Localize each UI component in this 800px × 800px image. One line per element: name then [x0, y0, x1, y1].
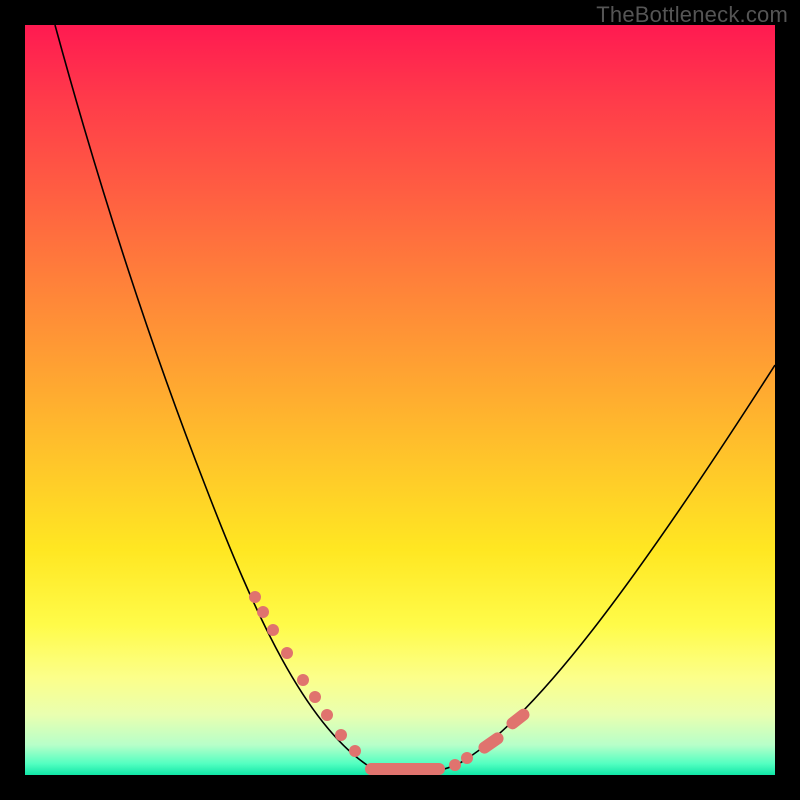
- watermark-label: TheBottleneck.com: [596, 2, 788, 28]
- curve-svg: [25, 25, 775, 775]
- bottleneck-curve: [55, 25, 775, 774]
- plot-area: [25, 25, 775, 775]
- chart-frame: TheBottleneck.com: [0, 0, 800, 800]
- curve-markers: [249, 591, 532, 775]
